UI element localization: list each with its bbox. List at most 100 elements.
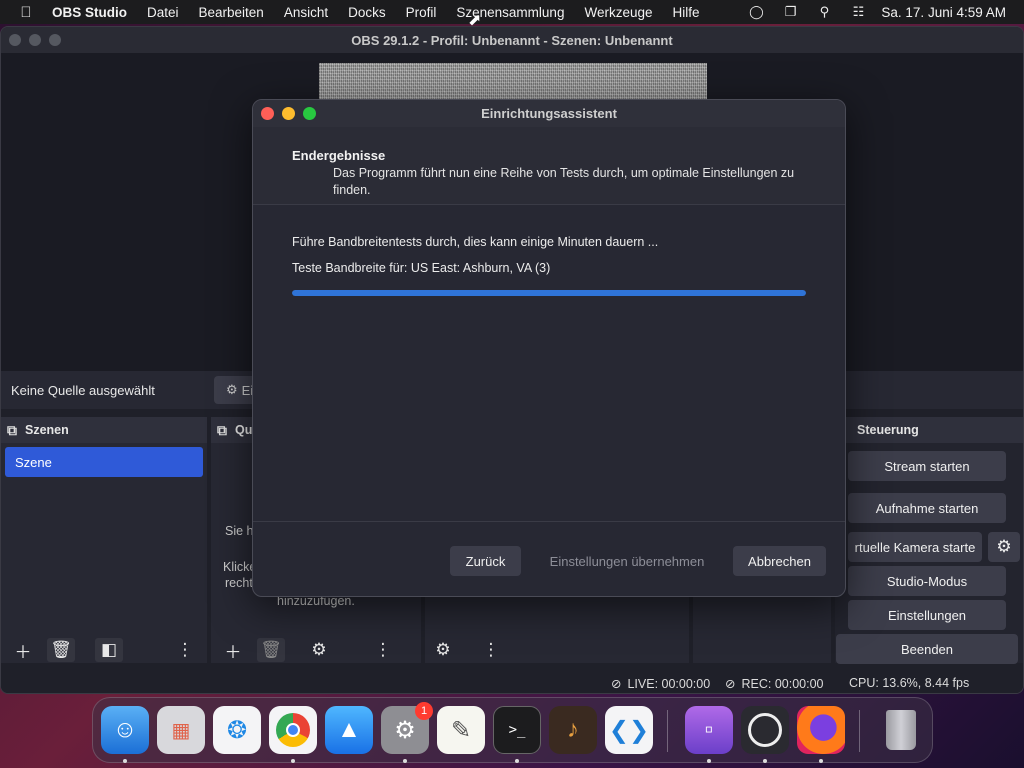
menu-app-name[interactable]: OBS Studio [52, 5, 127, 20]
bandwidth-test-info: Führe Bandbreitentests durch, dies kann … [292, 235, 659, 249]
start-recording-button[interactable]: Aufnahme starten [848, 493, 1006, 523]
app-store-icon[interactable]: ▲ [325, 706, 373, 754]
sources-dock-title: Qu [235, 423, 253, 437]
back-button[interactable]: Zurück [450, 546, 521, 576]
finder-icon[interactable]: ☺ [101, 706, 149, 754]
menu-ansicht[interactable]: Ansicht [284, 5, 328, 20]
running-indicator [291, 759, 295, 763]
dock-window-icon: ⧉ [7, 421, 17, 438]
start-recording-label: Aufnahme starten [875, 500, 979, 516]
rec-status: ⊘ REC: 00:00:00 [725, 676, 824, 692]
bandwidth-test-server: Teste Bandbreite für: US East: Ashburn, … [292, 261, 551, 275]
gear-icon: ⚙ [996, 537, 1012, 556]
scenes-dock-header: ⧉ Szenen [1, 417, 207, 443]
controls-dock-header: Steuerung [835, 417, 1023, 443]
vscode-icon[interactable]: ❮❯ [605, 706, 653, 754]
menu-werkzeuge[interactable]: Werkzeuge [584, 5, 652, 20]
podcasts-icon[interactable]: ▫ [685, 706, 733, 754]
wizard-close-button[interactable] [261, 107, 274, 120]
safari-icon[interactable]: ❂ [213, 706, 261, 754]
mixer-more-button[interactable]: ⋮ [477, 638, 505, 662]
obs-zoom-button[interactable] [49, 34, 61, 46]
settings-label: Einstellungen [887, 607, 967, 623]
rec-time: REC: 00:00:00 [741, 676, 824, 691]
wizard-title-bar: Einrichtungsassistent [253, 100, 845, 127]
menubar-clock[interactable]: Sa. 17. Juni 4:59 AM [881, 5, 1006, 20]
spotlight-search-icon[interactable]: ⚲ [807, 4, 841, 20]
mixer-toolbar: ⚙ ⋮ [429, 637, 505, 663]
scene-list-item[interactable]: Szene [5, 447, 203, 477]
back-button-label: Zurück [465, 553, 506, 569]
scenes-toolbar: ＋ 🗑 ◧ ⋮ [9, 637, 199, 663]
dock-separator [667, 710, 668, 752]
firefox-icon[interactable] [797, 706, 845, 754]
obs-icon[interactable] [741, 706, 789, 754]
scenes-dock: ⧉ Szenen Szene [1, 417, 207, 663]
live-status: ⊘ LIVE: 00:00:00 [611, 676, 710, 692]
sources-more-button[interactable]: ⋮ [369, 638, 397, 662]
menu-hilfe[interactable]: Hilfe [673, 5, 700, 20]
textedit-icon[interactable]: ✎ [437, 706, 485, 754]
chrome-icon[interactable] [269, 706, 317, 754]
gear-icon: ⚙ [226, 382, 238, 397]
launchpad-icon[interactable]: ▦ [157, 706, 205, 754]
trash-icon[interactable] [877, 706, 925, 754]
control-center-icon[interactable]: ☷ [841, 4, 875, 20]
menu-datei[interactable]: Datei [147, 5, 179, 20]
running-indicator [403, 759, 407, 763]
running-indicator [763, 759, 767, 763]
obs-window-title: OBS 29.1.2 - Profil: Unbenannt - Szenen:… [351, 32, 673, 48]
remove-source-button[interactable]: 🗑 [257, 638, 285, 662]
add-source-button[interactable]: ＋ [219, 638, 247, 662]
cpu-status: CPU: 13.6%, 8.44 fps [849, 676, 969, 690]
exit-button[interactable]: Beenden [836, 634, 1018, 664]
apple-icon[interactable]:  [0, 4, 52, 21]
menu-bearbeiten[interactable]: Bearbeiten [199, 5, 264, 20]
start-virtual-camera-label: rtuelle Kamera starte [854, 539, 976, 555]
obs-close-button[interactable] [9, 34, 21, 46]
start-virtual-camera-button[interactable]: rtuelle Kamera starte [848, 532, 982, 562]
garageband-icon[interactable]: ♪ [549, 706, 597, 754]
obs-status-icon[interactable]: ◯ [739, 4, 773, 20]
menu-bar:  OBS Studio Datei Bearbeiten Ansicht Do… [0, 0, 1024, 24]
apply-settings-button[interactable]: Einstellungen übernehmen [537, 546, 717, 576]
system-settings-icon[interactable]: ⚙ 1 [381, 702, 433, 754]
sources-toolbar: ＋ 🗑 ⚙ ⋮ [219, 637, 397, 663]
menu-docks[interactable]: Docks [348, 5, 386, 20]
wizard-minimize-button[interactable] [282, 107, 295, 120]
source-settings-button[interactable]: ⚙ [305, 638, 333, 662]
settings-badge: 1 [415, 702, 433, 720]
wizard-zoom-button[interactable] [303, 107, 316, 120]
running-indicator [515, 759, 519, 763]
studio-mode-button[interactable]: Studio-Modus [848, 566, 1006, 596]
scene-item-label: Szene [15, 454, 52, 470]
scene-filters-button[interactable]: ◧ [95, 638, 123, 662]
wizard-page-header: Endergebnisse Das Programm führt nun ein… [253, 127, 845, 205]
running-indicator [819, 759, 823, 763]
scenes-more-button[interactable]: ⋮ [171, 638, 199, 662]
dock-separator [859, 710, 860, 752]
auto-config-wizard-dialog: Einrichtungsassistent Endergebnisse Das … [252, 99, 846, 597]
running-indicator [123, 759, 127, 763]
terminal-icon[interactable]: >_ [493, 706, 541, 754]
screen-mirror-icon[interactable]: ❐ [773, 4, 807, 20]
remove-scene-button[interactable]: 🗑 [47, 638, 75, 662]
start-stream-button[interactable]: Stream starten [848, 451, 1006, 481]
apply-settings-label: Einstellungen übernehmen [549, 553, 705, 569]
rec-disabled-icon: ⊘ [725, 677, 736, 691]
virtual-camera-settings-button[interactable]: ⚙ [988, 532, 1020, 562]
start-stream-label: Stream starten [884, 458, 970, 474]
add-scene-button[interactable]: ＋ [9, 638, 37, 662]
macos-dock: ☺ ▦ ❂ ▲ ⚙ 1 ✎ >_ ♪ ❮❯ ▫ [92, 697, 933, 763]
scenes-dock-title: Szenen [25, 423, 69, 437]
settings-button[interactable]: Einstellungen [848, 600, 1006, 630]
running-indicator [707, 759, 711, 763]
status-bar: ⊘ LIVE: 00:00:00 ⊘ REC: 00:00:00 CPU: 13… [1, 671, 1023, 693]
mixer-advanced-settings-button[interactable]: ⚙ [429, 638, 457, 662]
obs-minimize-button[interactable] [29, 34, 41, 46]
menu-profil[interactable]: Profil [406, 5, 437, 20]
studio-mode-label: Studio-Modus [886, 573, 968, 589]
wizard-page-body: Führe Bandbreitentests durch, dies kann … [253, 205, 845, 523]
no-source-label: Keine Quelle ausgewählt [11, 382, 155, 398]
cancel-button[interactable]: Abbrechen [733, 546, 826, 576]
